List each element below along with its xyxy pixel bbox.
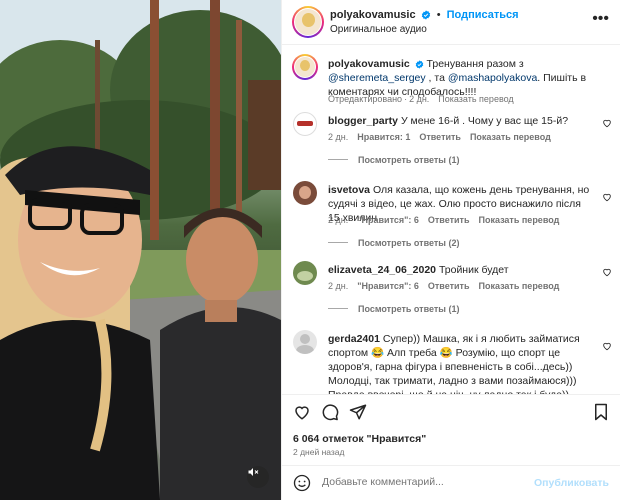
- view-replies-label: Посмотреть ответы (2): [358, 238, 460, 248]
- reply-button[interactable]: Ответить: [428, 215, 470, 225]
- view-replies-label: Посмотреть ответы (1): [358, 155, 460, 165]
- comment-text: У мене 16-й . Чому у вас ще 15-й?: [400, 115, 569, 127]
- post-header: polyakovamusic • Подписаться Оригинально…: [282, 0, 620, 45]
- more-options-icon[interactable]: •••: [592, 11, 609, 27]
- comment-username[interactable]: isvetova: [328, 184, 370, 196]
- comment-username[interactable]: elizaveta_24_06_2020: [328, 264, 436, 276]
- post-time[interactable]: 2 дней назад: [293, 447, 345, 457]
- heart-icon[interactable]: [602, 341, 612, 351]
- comment-meta: 2 дн. "Нравится": 6 Ответить Показать перев…: [328, 215, 568, 225]
- caption-mention-2[interactable]: @mashapolyakova: [448, 72, 537, 84]
- mute-icon: [248, 468, 259, 476]
- heart-icon[interactable]: [602, 267, 612, 277]
- comment-username[interactable]: blogger_party: [328, 115, 398, 127]
- caption-mention-1[interactable]: @sheremeta_sergey: [328, 72, 426, 84]
- reply-button[interactable]: Ответить: [419, 132, 461, 142]
- comment-time: 2 дн.: [328, 215, 349, 225]
- caption-edited: Отредактировано: [328, 94, 403, 104]
- comments-list[interactable]: polyakovamusic Тренування разом з @shere…: [282, 46, 620, 394]
- caption-time: 2 дн.: [409, 94, 430, 104]
- follow-button[interactable]: Подписаться: [447, 9, 519, 21]
- comment-text: Тройник будет: [438, 264, 509, 276]
- comment-meta: 2 дн. Нравится: 1 Ответить Показать перевод: [328, 132, 560, 142]
- view-replies[interactable]: Посмотреть ответы (1): [328, 304, 459, 314]
- comment-time: 2 дн.: [328, 132, 349, 142]
- view-replies[interactable]: Посмотреть ответы (1): [328, 155, 459, 165]
- comment-avatar[interactable]: [293, 181, 317, 205]
- author-avatar[interactable]: [292, 6, 324, 38]
- comment-likes[interactable]: "Нравится": 6: [357, 215, 419, 225]
- share-icon[interactable]: [349, 403, 367, 421]
- audio-label[interactable]: Оригинальное аудио: [330, 24, 427, 35]
- likes-count[interactable]: 6 064 отметок "Нравится": [293, 433, 426, 445]
- heart-icon[interactable]: [602, 118, 612, 128]
- comment-likes[interactable]: "Нравится": 6: [357, 281, 419, 291]
- bookmark-icon[interactable]: [593, 403, 609, 421]
- comment-avatar[interactable]: [293, 112, 317, 136]
- header-separator: •: [436, 9, 441, 21]
- post-actions-bar: [282, 394, 620, 430]
- comment-username[interactable]: gerda2401: [328, 333, 380, 345]
- caption-username[interactable]: polyakovamusic: [328, 58, 410, 70]
- comment-meta: 2 дн. "Нравится": 6 Ответить Показать перев…: [328, 281, 568, 291]
- caption-text-1: Тренування разом з: [426, 58, 524, 70]
- caption-meta: Отредактировано · 2 дн. Показать перевод: [328, 94, 514, 104]
- mute-button[interactable]: [247, 466, 269, 488]
- caption-translate[interactable]: Показать перевод: [438, 94, 513, 104]
- verified-icon: [415, 60, 423, 69]
- view-replies[interactable]: Посмотреть ответы (2): [328, 238, 459, 248]
- caption-text-2: , та: [425, 72, 448, 84]
- comment-input[interactable]: [322, 476, 522, 488]
- translate-link[interactable]: Показать перевод: [478, 281, 559, 291]
- comment-avatar[interactable]: [293, 261, 317, 285]
- translate-link[interactable]: Показать перевод: [478, 215, 559, 225]
- add-comment-row: Опубликовать: [282, 465, 620, 500]
- comment-likes[interactable]: Нравится: 1: [357, 132, 410, 142]
- post-video[interactable]: [0, 0, 281, 500]
- author-username[interactable]: polyakovamusic: [330, 9, 416, 21]
- post-details-panel: polyakovamusic • Подписаться Оригинально…: [281, 0, 620, 500]
- verified-icon: [421, 10, 430, 20]
- like-heart-icon[interactable]: [293, 403, 311, 421]
- video-frame-illustration: [0, 0, 281, 500]
- publish-button[interactable]: Опубликовать: [534, 477, 609, 489]
- comment-avatar[interactable]: [293, 330, 317, 354]
- comment-icon[interactable]: [321, 403, 339, 421]
- reply-button[interactable]: Ответить: [428, 281, 470, 291]
- translate-link[interactable]: Показать перевод: [470, 132, 551, 142]
- view-replies-label: Посмотреть ответы (1): [358, 304, 460, 314]
- heart-icon[interactable]: [602, 192, 612, 202]
- comment-time: 2 дн.: [328, 281, 349, 291]
- caption-avatar[interactable]: [292, 54, 318, 80]
- emoji-icon[interactable]: [293, 474, 311, 492]
